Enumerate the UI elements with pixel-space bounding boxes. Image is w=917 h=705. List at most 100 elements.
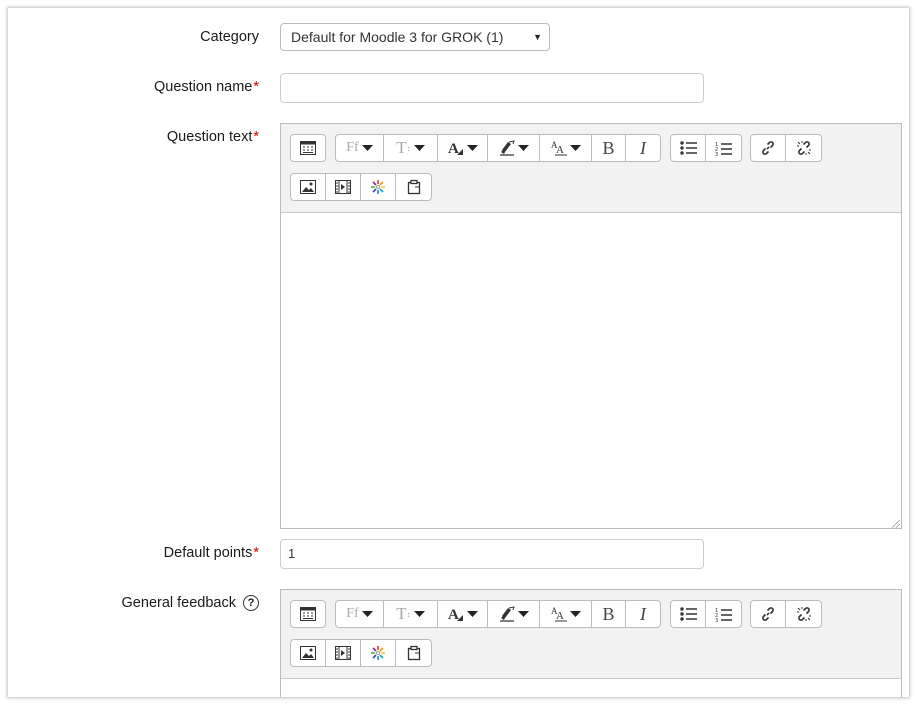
dropdown-caret-icon: [361, 145, 373, 151]
bold-icon: B: [602, 603, 615, 624]
dropdown-caret-icon: [361, 611, 373, 617]
background-color-button[interactable]: [488, 135, 540, 161]
unlink-icon: [796, 607, 811, 621]
media-icon: [335, 180, 351, 194]
question-text-content[interactable]: [281, 213, 901, 529]
help-icon[interactable]: ?: [243, 595, 259, 611]
dropdown-caret-icon: [517, 611, 529, 617]
dropdown-caret-icon: [466, 611, 478, 617]
question-name-input[interactable]: [280, 73, 704, 103]
general-feedback-label: General feedback?: [122, 595, 259, 611]
toolbar-toggle-button[interactable]: [291, 135, 325, 161]
recordrtc-button[interactable]: [361, 174, 396, 200]
link-icon: [762, 141, 774, 155]
required-icon: *: [253, 79, 259, 95]
media-button[interactable]: [326, 640, 361, 666]
ordered-list-icon: 123: [715, 142, 732, 156]
italic-button[interactable]: I: [626, 601, 660, 627]
unordered-list-icon: [679, 141, 697, 155]
font-size-button[interactable]: T ↕: [384, 135, 438, 161]
link-button[interactable]: [751, 601, 786, 627]
italic-button[interactable]: I: [626, 135, 660, 161]
required-icon: *: [253, 545, 259, 561]
font-size-icon: T: [396, 138, 407, 157]
toolbar-toggle-button[interactable]: [291, 601, 325, 627]
recordrtc-button[interactable]: [361, 640, 396, 666]
recordrtc-icon: [371, 646, 385, 660]
background-color-icon: [499, 140, 515, 156]
editor-toolbar: Ff T ↕ A AA B I 1 2 3: [281, 590, 901, 679]
font-size-icon: T: [396, 604, 407, 623]
bold-button[interactable]: B: [592, 601, 626, 627]
dropdown-caret-icon: [569, 611, 581, 617]
style-group: Ff T ↕ A AA B I: [335, 134, 661, 162]
unordered-list-button[interactable]: [671, 135, 706, 161]
bold-button[interactable]: B: [592, 135, 626, 161]
styles-icon: AA: [551, 140, 567, 156]
paste-button[interactable]: [396, 640, 431, 666]
unordered-list-icon: [679, 607, 697, 621]
recordrtc-icon: [371, 180, 385, 194]
toolbar-toggle-group: [290, 600, 326, 628]
link-group: [750, 134, 822, 162]
editor-toolbar: Ff T ↕ A AA B I 1 2 3: [281, 124, 901, 213]
font-family-icon: Ff: [346, 606, 359, 621]
category-select[interactable]: Default for Moodle 3 for GROK (1) ▼: [280, 23, 550, 51]
background-color-button[interactable]: [488, 601, 540, 627]
resize-handle-icon[interactable]: [892, 520, 900, 528]
image-button[interactable]: [291, 174, 326, 200]
svg-text:A: A: [556, 144, 564, 156]
font-family-button[interactable]: Ff: [336, 601, 384, 627]
link-button[interactable]: [751, 135, 786, 161]
general-feedback-content[interactable]: [281, 679, 901, 697]
default-points-input[interactable]: 1: [280, 539, 704, 569]
media-button[interactable]: [326, 174, 361, 200]
font-family-icon: Ff: [346, 140, 359, 155]
image-button[interactable]: [291, 640, 326, 666]
toolbar-toggle-icon: [300, 141, 316, 155]
italic-icon: I: [640, 603, 646, 624]
select-caret-icon: ▼: [533, 32, 542, 42]
font-family-button[interactable]: Ff: [336, 135, 384, 161]
question-text-label: Question text*: [166, 129, 259, 145]
toolbar-toggle-group: [290, 134, 326, 162]
paste-button[interactable]: [396, 174, 431, 200]
insert-group: [290, 639, 432, 667]
link-icon: [762, 607, 774, 621]
image-icon: [300, 646, 316, 660]
ordered-list-button[interactable]: 123: [706, 135, 741, 161]
category-label: Category: [200, 29, 259, 45]
font-size-arrows-icon: ↕: [406, 609, 411, 619]
ordered-list-button[interactable]: 123: [706, 601, 741, 627]
unlink-button[interactable]: [786, 135, 821, 161]
image-icon: [300, 180, 316, 194]
dropdown-caret-icon: [413, 611, 425, 617]
unlink-button[interactable]: [786, 601, 821, 627]
styles-button[interactable]: AA: [540, 135, 592, 161]
font-color-button[interactable]: A: [438, 135, 488, 161]
question-name-label: Question name*: [154, 79, 259, 95]
svg-text:A: A: [556, 610, 564, 622]
bold-icon: B: [602, 137, 615, 158]
unordered-list-button[interactable]: [671, 601, 706, 627]
font-color-icon: A: [448, 607, 463, 622]
unlink-icon: [796, 141, 811, 155]
insert-group: [290, 173, 432, 201]
dropdown-caret-icon: [466, 145, 478, 151]
svg-text:3: 3: [715, 618, 718, 622]
paste-icon: [407, 179, 420, 195]
font-size-button[interactable]: T ↕: [384, 601, 438, 627]
font-size-arrows-icon: ↕: [406, 143, 411, 153]
styles-icon: AA: [551, 606, 567, 622]
svg-text:A: A: [448, 141, 459, 156]
styles-button[interactable]: AA: [540, 601, 592, 627]
question-form: Category Default for Moodle 3 for GROK (…: [8, 8, 909, 697]
list-group: 123: [670, 134, 742, 162]
general-feedback-editor: Ff T ↕ A AA B I 1 2 3: [280, 589, 902, 697]
ordered-list-icon: 123: [715, 608, 732, 622]
italic-icon: I: [640, 137, 646, 158]
media-icon: [335, 646, 351, 660]
toolbar-toggle-icon: [300, 607, 316, 621]
background-color-icon: [499, 606, 515, 622]
font-color-button[interactable]: A: [438, 601, 488, 627]
